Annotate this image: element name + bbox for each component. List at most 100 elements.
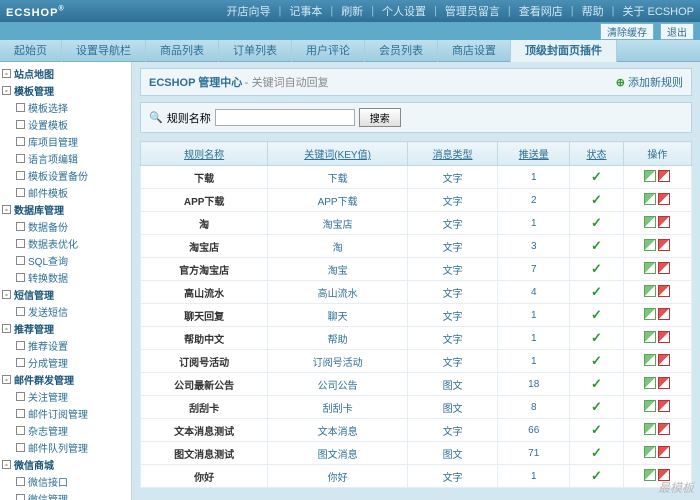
sidebar-category[interactable]: -推荐管理 [2, 320, 129, 337]
clear-cache-button[interactable]: 清除缓存 [600, 23, 654, 40]
logout-button[interactable]: 退出 [660, 23, 694, 40]
delete-icon[interactable] [658, 446, 670, 458]
add-rule-link[interactable]: ⊕添加新规则 [616, 74, 683, 90]
cell-name[interactable]: 淘宝店 [141, 235, 268, 258]
delete-icon[interactable] [658, 354, 670, 366]
sidebar-item[interactable]: 邮件队列管理 [2, 439, 129, 456]
edit-icon[interactable] [644, 354, 656, 366]
cell-name[interactable]: 你好 [141, 465, 268, 488]
delete-icon[interactable] [658, 216, 670, 228]
sidebar[interactable]: -站点地图-模板管理模板选择设置模板库项目管理语言项编辑模板设置备份邮件模板-数… [0, 62, 132, 500]
search-input[interactable] [215, 109, 355, 126]
menu-item[interactable]: 商店设置 [438, 40, 511, 62]
cell-name[interactable]: 官方淘宝店 [141, 258, 268, 281]
sidebar-item[interactable]: SQL查询 [2, 252, 129, 269]
search-button[interactable]: 搜索 [359, 108, 401, 127]
menu-item[interactable]: 设置导航栏 [62, 40, 146, 62]
check-icon[interactable]: ✓ [591, 169, 602, 184]
check-icon[interactable]: ✓ [591, 192, 602, 207]
sidebar-category[interactable]: -邮件群发管理 [2, 371, 129, 388]
cell-name[interactable]: 公司最新公告 [141, 373, 268, 396]
delete-icon[interactable] [658, 377, 670, 389]
sidebar-item[interactable]: 推荐设置 [2, 337, 129, 354]
edit-icon[interactable] [644, 170, 656, 182]
check-icon[interactable]: ✓ [591, 261, 602, 276]
check-icon[interactable]: ✓ [591, 215, 602, 230]
cell-name[interactable]: APP下载 [141, 189, 268, 212]
edit-icon[interactable] [644, 262, 656, 274]
cell-name[interactable]: 订阅号活动 [141, 350, 268, 373]
edit-icon[interactable] [644, 216, 656, 228]
sidebar-item[interactable]: 模板设置备份 [2, 167, 129, 184]
menu-item[interactable]: 用户评论 [292, 40, 365, 62]
column-header[interactable]: 规则名称 [141, 142, 268, 166]
edit-icon[interactable] [644, 331, 656, 343]
sidebar-item[interactable]: 邮件订阅管理 [2, 405, 129, 422]
sidebar-item[interactable]: 模板选择 [2, 99, 129, 116]
edit-icon[interactable] [644, 308, 656, 320]
sidebar-item[interactable]: 邮件模板 [2, 184, 129, 201]
column-header[interactable]: 状态 [570, 142, 624, 166]
sidebar-item[interactable]: 杂志管理 [2, 422, 129, 439]
edit-icon[interactable] [644, 377, 656, 389]
column-header[interactable]: 操作 [623, 142, 691, 166]
menu-item[interactable]: 订单列表 [219, 40, 292, 62]
edit-icon[interactable] [644, 446, 656, 458]
cell-name[interactable]: 下载 [141, 166, 268, 189]
cell-name[interactable]: 图文消息测试 [141, 442, 268, 465]
sidebar-category[interactable]: -模板管理 [2, 82, 129, 99]
delete-icon[interactable] [658, 308, 670, 320]
sidebar-item[interactable]: 转换数据 [2, 269, 129, 286]
topnav-link[interactable]: 管理员留言 [445, 3, 500, 19]
edit-icon[interactable] [644, 469, 656, 481]
edit-icon[interactable] [644, 285, 656, 297]
check-icon[interactable]: ✓ [591, 422, 602, 437]
delete-icon[interactable] [658, 170, 670, 182]
menu-item[interactable]: 商品列表 [146, 40, 219, 62]
check-icon[interactable]: ✓ [591, 238, 602, 253]
check-icon[interactable]: ✓ [591, 376, 602, 391]
sidebar-item[interactable]: 数据表优化 [2, 235, 129, 252]
cell-name[interactable]: 帮助中文 [141, 327, 268, 350]
edit-icon[interactable] [644, 400, 656, 412]
cell-name[interactable]: 淘 [141, 212, 268, 235]
delete-icon[interactable] [658, 285, 670, 297]
edit-icon[interactable] [644, 193, 656, 205]
check-icon[interactable]: ✓ [591, 284, 602, 299]
check-icon[interactable]: ✓ [591, 399, 602, 414]
edit-icon[interactable] [644, 423, 656, 435]
sidebar-item[interactable]: 关注管理 [2, 388, 129, 405]
delete-icon[interactable] [658, 400, 670, 412]
sidebar-category[interactable]: -短信管理 [2, 286, 129, 303]
sidebar-item[interactable]: 数据备份 [2, 218, 129, 235]
sidebar-item[interactable]: 微信接口 [2, 473, 129, 490]
check-icon[interactable]: ✓ [591, 330, 602, 345]
edit-icon[interactable] [644, 239, 656, 251]
cell-name[interactable]: 文本消息测试 [141, 419, 268, 442]
sidebar-item[interactable]: 分成管理 [2, 354, 129, 371]
sidebar-category[interactable]: -站点地图 [2, 65, 129, 82]
topnav-link[interactable]: 关于 ECSHOP [622, 3, 694, 19]
delete-icon[interactable] [658, 331, 670, 343]
delete-icon[interactable] [658, 469, 670, 481]
menu-item[interactable]: 会员列表 [365, 40, 438, 62]
sidebar-item[interactable]: 微信管理 [2, 490, 129, 500]
check-icon[interactable]: ✓ [591, 307, 602, 322]
topnav-link[interactable]: 记事本 [289, 3, 322, 19]
topnav-link[interactable]: 刷新 [341, 3, 363, 19]
cell-name[interactable]: 刮刮卡 [141, 396, 268, 419]
menu-item[interactable]: 起始页 [0, 40, 62, 62]
check-icon[interactable]: ✓ [591, 353, 602, 368]
sidebar-category[interactable]: -数据库管理 [2, 201, 129, 218]
menu-item[interactable]: 顶级封面页插件 [511, 40, 617, 62]
sidebar-item[interactable]: 发送短信 [2, 303, 129, 320]
sidebar-item[interactable]: 设置模板 [2, 116, 129, 133]
delete-icon[interactable] [658, 193, 670, 205]
topnav-link[interactable]: 查看网店 [519, 3, 563, 19]
cell-name[interactable]: 聊天回复 [141, 304, 268, 327]
topnav-link[interactable]: 个人设置 [382, 3, 426, 19]
column-header[interactable]: 消息类型 [407, 142, 497, 166]
sidebar-category[interactable]: -微信商城 [2, 456, 129, 473]
check-icon[interactable]: ✓ [591, 468, 602, 483]
check-icon[interactable]: ✓ [591, 445, 602, 460]
